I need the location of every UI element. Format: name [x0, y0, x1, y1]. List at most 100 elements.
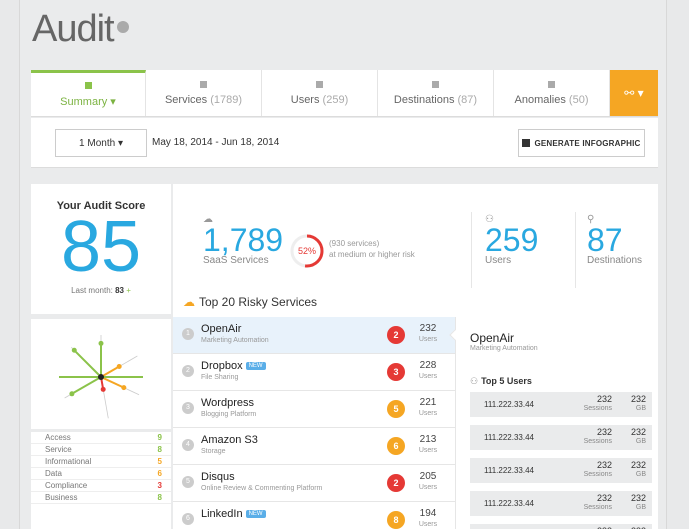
category-label: Access [45, 433, 71, 442]
service-name: Disqus [201, 471, 235, 483]
new-badge: NEW [245, 362, 266, 371]
date-range: May 18, 2014 - Jun 18, 2014 [152, 137, 280, 148]
service-users: 221 Users [418, 397, 438, 418]
summary-panel: ☁ 1,789 SaaS Services 52% (930 services)… [173, 184, 658, 529]
period-dropdown[interactable]: 1 Month ▾ [55, 129, 147, 157]
risky-service-row[interactable]: 1 OpenAir Marketing Automation 2 232 User… [173, 317, 455, 354]
risk-badge: 2 [387, 474, 405, 492]
tab-indicator-icon [432, 80, 439, 88]
category-row: Data 6 [31, 468, 171, 480]
category-value: 8 [157, 493, 162, 502]
radar-spoke [100, 376, 125, 389]
radar-point [98, 340, 104, 346]
category-value: 8 [157, 445, 162, 454]
service-rank: 6 [182, 513, 194, 525]
generate-infographic-button[interactable]: GENERATE INFOGRAPHIC [518, 129, 645, 157]
filter-bar: 1 Month ▾ May 18, 2014 - Jun 18, 2014 GE… [31, 118, 658, 168]
divider [471, 212, 472, 288]
risky-service-row[interactable]: 6 LinkedIn NEW 8 194 Users [173, 502, 455, 529]
tab-destinations[interactable]: Destinations (87) [378, 70, 494, 116]
service-users: 232 Users [418, 323, 438, 344]
top-user-row[interactable]: 111.222.33.44 232Sessions 232GB [470, 458, 652, 483]
service-detail: OpenAir Marketing Automation ⚇ Top 5 User… [455, 317, 658, 529]
service-rank: 3 [182, 402, 194, 414]
user-sessions: 232Sessions [583, 427, 612, 446]
user-ip: 111.222.33.44 [484, 499, 534, 508]
saas-count: 1,789 [203, 222, 284, 258]
detail-service-name: OpenAir [470, 331, 515, 345]
divider [575, 212, 576, 288]
link-icon: ⚯ ▾ [624, 86, 644, 100]
service-category: Online Review & Commenting Platform [201, 485, 323, 492]
category-value: 5 [157, 457, 162, 466]
user-sessions: 232Sessions [583, 460, 612, 479]
service-rank: 2 [182, 365, 194, 377]
category-row: Compliance 3 [31, 480, 171, 492]
risk-badge: 6 [387, 437, 405, 455]
user-gb: 232GB [630, 493, 646, 512]
radar-point [71, 347, 77, 353]
user-gb: 232GB [630, 427, 646, 446]
service-users: 205 Users [418, 471, 438, 492]
risk-badge: 3 [387, 363, 405, 381]
risk-badge: 2 [387, 326, 405, 344]
audit-page: Audit Summary ▾ Services (1789) Users (2… [19, 0, 667, 529]
top-user-row[interactable]: 111.222.33.44 232Sessions 232GB [470, 425, 652, 450]
service-rank: 5 [182, 476, 194, 488]
service-name: Dropbox NEW [201, 360, 266, 372]
users-count: 259 [485, 222, 539, 258]
link-menu-button[interactable]: ⚯ ▾ [610, 70, 658, 116]
user-ip: 111.222.33.44 [484, 466, 534, 475]
tab-summary[interactable]: Summary ▾ [31, 70, 146, 116]
tab-indicator-icon [548, 80, 555, 88]
service-rank: 1 [182, 328, 194, 340]
risky-service-row[interactable]: 2 Dropbox NEW File Sharing 3 228 Users [173, 354, 455, 391]
user-gb: 232GB [630, 394, 646, 413]
destinations-stat: ⚲ 87 Destinations [587, 214, 642, 266]
tab-bar: Summary ▾ Services (1789) Users (259) De… [31, 70, 658, 117]
detail-service-category: Marketing Automation [470, 345, 538, 352]
service-category: File Sharing [201, 374, 239, 381]
service-users: 213 Users [418, 434, 438, 455]
category-label: Data [45, 469, 62, 478]
risky-service-row[interactable]: 4 Amazon S3 Storage 6 213 Users [173, 428, 455, 465]
service-name: OpenAir [201, 323, 242, 335]
risk-summary: (930 services) at medium or higher risk [329, 239, 415, 259]
service-category: Marketing Automation [201, 337, 269, 344]
service-users: 228 Users [418, 360, 438, 381]
tab-anomalies[interactable]: Anomalies (50) [494, 70, 610, 116]
last-month-score: Last month: 83 + [71, 286, 131, 295]
tab-indicator-icon [200, 80, 207, 88]
category-label: Informational [45, 457, 92, 466]
radar-point [69, 391, 75, 397]
radar-spoke [100, 365, 120, 378]
risky-service-row[interactable]: 3 Wordpress Blogging Platform 5 221 Users [173, 391, 455, 428]
top-user-row[interactable]: 111.222.33.44 232Sessions 232GB [470, 524, 652, 529]
info-icon[interactable] [116, 20, 129, 33]
tab-users[interactable]: Users (259) [262, 70, 378, 116]
service-name: Amazon S3 [201, 434, 258, 446]
radar-point [116, 364, 122, 369]
service-category: Blogging Platform [201, 411, 257, 418]
radar-spoke [71, 376, 102, 395]
destinations-label: Destinations [587, 255, 643, 266]
destinations-count: 87 [587, 222, 623, 258]
service-category: Storage [201, 448, 226, 455]
top-user-row[interactable]: 111.222.33.44 232Sessions 232GB [470, 392, 652, 417]
category-row: Informational 5 [31, 456, 171, 468]
category-label: Service [45, 445, 72, 454]
category-value: 9 [157, 433, 162, 442]
category-value: 3 [157, 481, 162, 490]
user-sessions: 232Sessions [583, 493, 612, 512]
tab-indicator-icon [84, 81, 92, 89]
radar-center [98, 374, 104, 380]
radar-point [100, 386, 106, 392]
category-value: 6 [157, 469, 162, 478]
page-title: Audit [32, 8, 129, 51]
score-radar-chart [31, 319, 171, 429]
risky-service-row[interactable]: 5 Disqus Online Review & Commenting Plat… [173, 465, 455, 502]
users-icon: ⚇ [470, 376, 479, 386]
tab-services[interactable]: Services (1789) [146, 70, 262, 116]
top-user-row[interactable]: 111.222.33.44 232Sessions 232GB [470, 491, 652, 516]
category-row: Access 9 [31, 432, 171, 444]
